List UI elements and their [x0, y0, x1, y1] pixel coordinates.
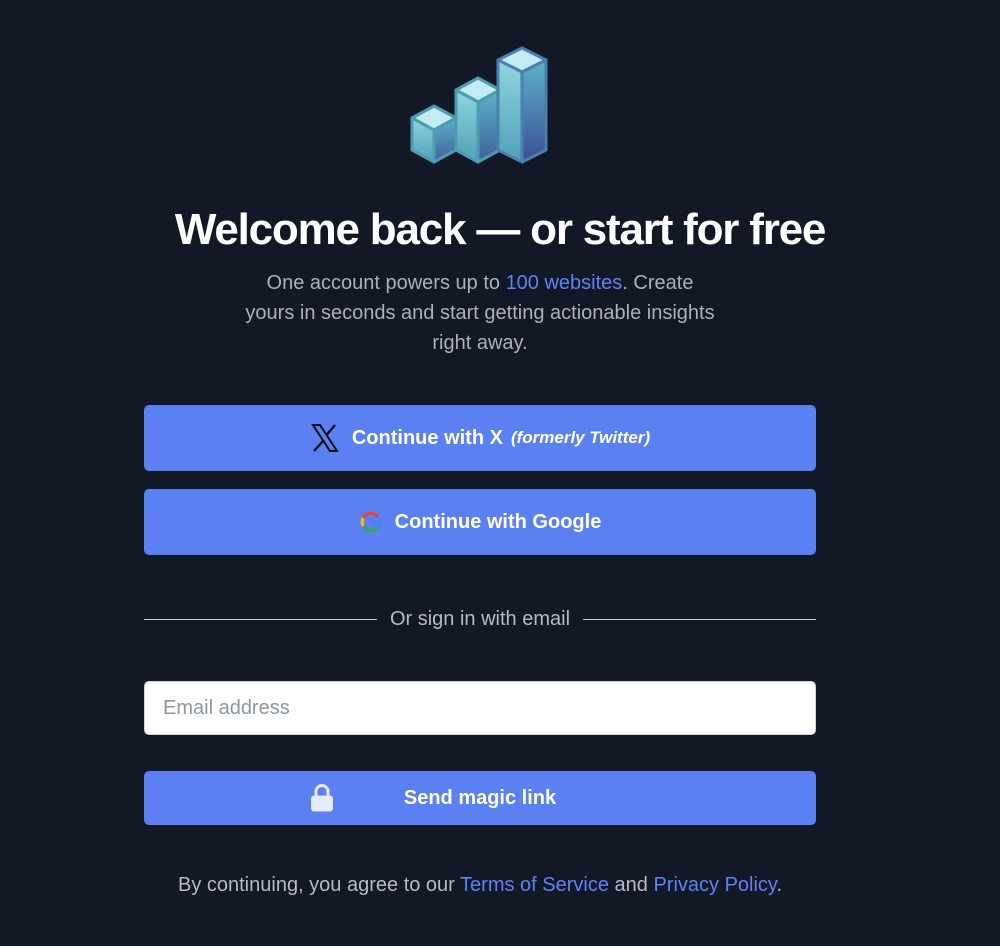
- formerly-twitter-note: (formerly Twitter): [510, 428, 651, 447]
- lock-icon: [309, 783, 335, 819]
- google-logo-icon: [359, 510, 383, 534]
- terms-of-service-link[interactable]: Terms of Service: [460, 874, 609, 896]
- divider-line-right: [583, 618, 816, 620]
- divider-label: Or sign in with email: [389, 607, 571, 630]
- continue-with-x-button[interactable]: Continue with X (formerly Twitter): [144, 405, 816, 471]
- continue-with-google-button[interactable]: Continue with Google: [144, 489, 816, 555]
- legal-notice: By continuing, you agree to our Terms of…: [177, 874, 783, 896]
- email-divider: Or sign in with email: [144, 604, 816, 634]
- page-title: Welcome back — or start for free: [174, 205, 827, 254]
- login-page: Welcome back — or start for free One acc…: [0, 0, 1000, 946]
- websites-highlight: 100 websites: [505, 272, 623, 294]
- x-logo-icon: [310, 423, 340, 453]
- bar-chart-cubes-icon: [408, 44, 552, 166]
- continue-with-google-label: Continue with Google: [394, 510, 602, 533]
- divider-line-left: [144, 618, 377, 620]
- page-subtitle: One account powers up to 100 websites. C…: [245, 272, 715, 354]
- send-magic-link-button[interactable]: Send magic link: [144, 771, 816, 825]
- continue-with-x-label: Continue with X: [351, 426, 503, 449]
- email-input[interactable]: [144, 681, 816, 735]
- privacy-policy-link[interactable]: Privacy Policy: [653, 874, 776, 896]
- send-magic-link-label: Send magic link: [403, 786, 557, 809]
